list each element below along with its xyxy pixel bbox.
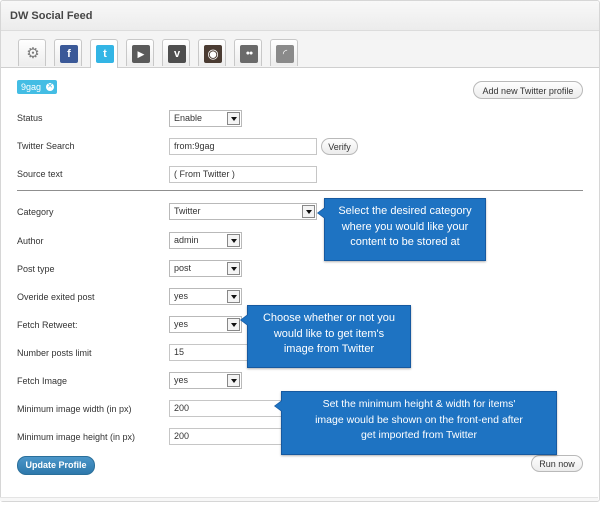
flickr-icon: ●● <box>240 45 258 63</box>
retweet-tooltip-line-1: Choose whether or not you <box>262 312 396 324</box>
rss-icon: ◜ <box>276 45 294 63</box>
tab-youtube[interactable]: ▶ <box>126 39 154 66</box>
network-tabs: ⚙ f t ▶ v ◉ ●● ◜ <box>1 31 599 68</box>
category-tooltip-line-2: where you would like your <box>341 220 469 233</box>
chevron-down-icon[interactable] <box>227 112 240 125</box>
chevron-down-icon[interactable] <box>227 234 240 247</box>
source-text-label: Source text <box>17 169 63 179</box>
fetch-retweet-value: yes <box>174 319 189 329</box>
source-text-value: ( From Twitter ) <box>174 169 235 179</box>
category-tooltip-line-3: content to be stored at <box>350 236 460 248</box>
fetch-retweet-label: Fetch Retweet: <box>17 320 78 330</box>
category-select[interactable]: Twitter <box>169 203 317 220</box>
twitter-search-input[interactable]: from:9gag <box>169 138 317 155</box>
image-size-tooltip-line-3: get imported from Twitter <box>361 429 477 441</box>
vimeo-icon: v <box>168 45 186 63</box>
tab-facebook[interactable]: f <box>54 39 82 66</box>
image-size-tooltip-line-2: image would be shown on the front-end af… <box>315 413 523 426</box>
min-width-input[interactable]: 200 <box>169 400 289 417</box>
verify-button[interactable]: Verify <box>321 138 358 155</box>
tab-flickr[interactable]: ●● <box>234 39 262 66</box>
author-value: admin <box>174 235 199 245</box>
override-label: Overide exited post <box>17 292 95 302</box>
profile-chip-9gag[interactable]: 9gag ✕ <box>17 80 58 94</box>
min-height-input[interactable]: 200 <box>169 428 289 445</box>
post-type-label: Post type <box>17 264 55 274</box>
fetch-image-label: Fetch Image <box>17 376 68 386</box>
author-select[interactable]: admin <box>169 232 242 249</box>
category-label: Category <box>17 207 54 217</box>
override-value: yes <box>174 291 189 301</box>
status-label: Status <box>17 113 43 123</box>
fetch-retweet-select[interactable]: yes <box>169 316 242 333</box>
chevron-down-icon[interactable] <box>227 262 240 275</box>
override-select[interactable]: yes <box>169 288 242 305</box>
chevron-down-icon[interactable] <box>227 374 240 387</box>
youtube-icon: ▶ <box>132 45 150 63</box>
fetch-image-select[interactable]: yes <box>169 372 242 389</box>
category-tooltip-line-1: Select the desired category <box>338 205 472 217</box>
profile-chip-label: 9gag <box>21 82 42 92</box>
image-size-tooltip-line-1: Set the minimum height & width for items… <box>322 398 516 410</box>
twitter-icon: t <box>96 45 114 63</box>
instagram-icon: ◉ <box>204 45 222 63</box>
fetch-image-value: yes <box>174 375 189 385</box>
retweet-tooltip-line-2: would like to get item's <box>273 327 385 340</box>
number-limit-value: 15 <box>174 347 185 357</box>
tab-rss[interactable]: ◜ <box>270 39 298 66</box>
panel-title: DW Social Feed <box>10 10 93 22</box>
category-tooltip: Select the desired category where you wo… <box>317 198 486 261</box>
image-size-tooltip: Set the minimum height & width for items… <box>274 391 557 455</box>
tab-settings[interactable]: ⚙ <box>18 39 46 66</box>
source-text-input[interactable]: ( From Twitter ) <box>169 166 317 183</box>
panel-footer <box>0 497 598 501</box>
min-height-label: Minimum image height (in px) <box>17 432 136 442</box>
facebook-icon: f <box>60 45 78 63</box>
tab-instagram[interactable]: ◉ <box>198 39 226 66</box>
number-limit-label: Number posts limit <box>17 348 92 358</box>
settings-icon: ⚙ <box>26 45 40 62</box>
tab-twitter[interactable]: t <box>90 39 118 68</box>
tab-vimeo[interactable]: v <box>162 39 190 66</box>
number-limit-input[interactable]: 15 <box>169 344 259 361</box>
add-twitter-profile-button[interactable]: Add new Twitter profile <box>473 81 583 99</box>
chevron-down-icon[interactable] <box>302 205 315 218</box>
panel-header: DW Social Feed <box>1 1 599 31</box>
chevron-down-icon[interactable] <box>227 318 240 331</box>
twitter-search-value: from:9gag <box>174 141 215 151</box>
post-type-value: post <box>174 263 192 273</box>
status-value: Enable <box>174 113 203 123</box>
post-type-select[interactable]: post <box>169 260 242 277</box>
retweet-tooltip: Choose whether or not you would like to … <box>240 305 411 368</box>
section-divider <box>17 190 583 191</box>
author-label: Author <box>17 236 44 246</box>
retweet-tooltip-line-3: image from Twitter <box>283 343 375 355</box>
min-width-label: Minimum image width (in px) <box>17 404 132 414</box>
remove-profile-icon[interactable]: ✕ <box>46 83 55 91</box>
chevron-down-icon[interactable] <box>227 290 240 303</box>
min-height-value: 200 <box>174 431 190 441</box>
min-width-value: 200 <box>174 403 190 413</box>
run-now-button[interactable]: Run now <box>531 455 583 472</box>
update-profile-button[interactable]: Update Profile <box>17 456 95 475</box>
status-select[interactable]: Enable <box>169 110 242 127</box>
twitter-search-label: Twitter Search <box>17 141 75 151</box>
category-value: Twitter <box>174 206 201 216</box>
